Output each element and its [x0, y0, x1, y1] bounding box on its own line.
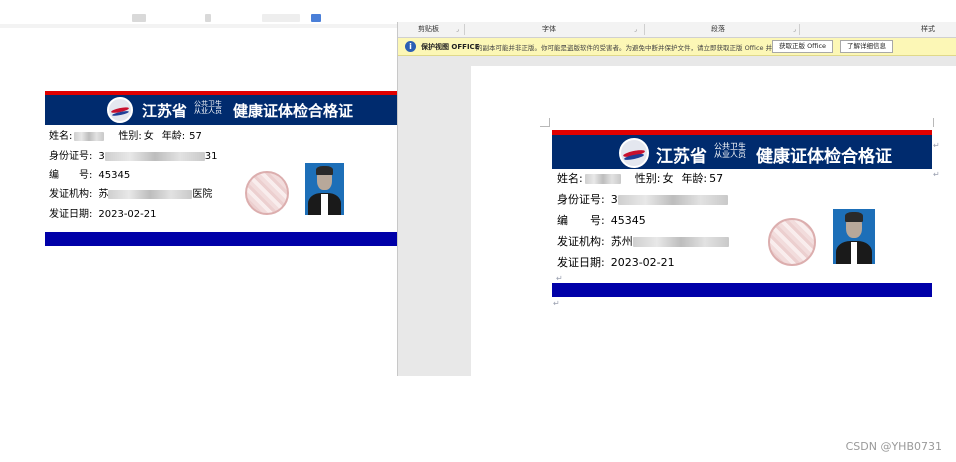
official-seal-icon [768, 218, 816, 266]
ribbon-separator [799, 24, 800, 35]
name-label: 姓名: [557, 172, 583, 185]
ribbon-group-clipboard: 剪贴板 [418, 25, 439, 33]
message-bar-title: 保护视图 OFFICE [421, 43, 480, 51]
card-subtitle: 公共卫生 从业人员 [194, 100, 222, 116]
row-number: 编 号: 45345 [49, 166, 130, 181]
row-name: 姓名: 性别: 女年龄: 57 [49, 127, 202, 142]
card-province: 江苏省 [142, 102, 188, 120]
province-logo-icon [619, 138, 649, 168]
card-subtitle-line2: 从业人员 [714, 150, 746, 160]
issuer-label: 发证机构: [557, 235, 605, 248]
toolbar-blue-mark [311, 14, 321, 22]
health-card-right: 江苏省 公共卫生 从业人员 健康证体检合格证 姓名: 性别: 女年龄: 57 身份证号… [552, 130, 932, 297]
card-header: 江苏省 公共卫生 从业人员 健康证体检合格证 [552, 135, 932, 169]
row-date: 发证日期: 2023-02-21 [49, 205, 157, 220]
id-label: 身份证号: [49, 151, 93, 162]
dialog-launcher-icon[interactable]: ⌟ [634, 26, 637, 33]
issuer-suffix: 医院 [192, 189, 213, 200]
gender-value: 女 [662, 172, 674, 185]
issuer-redacted [632, 237, 729, 247]
issuer-prefix: 苏州 [610, 235, 633, 248]
dialog-launcher-icon[interactable]: ⌟ [793, 26, 796, 33]
issuer-prefix: 苏 [98, 189, 109, 200]
person-photo [833, 209, 875, 264]
toolbar-mark [205, 14, 211, 22]
date-label: 发证日期: [49, 209, 93, 220]
message-bar-text: 的副本可能并非正版。你可能是盗版软件的受害者。为避免中断并保护文件，请立即获取正… [476, 44, 818, 52]
card-main-title: 健康证体检合格证 [756, 147, 892, 167]
card-subtitle-line2: 从业人员 [194, 107, 222, 116]
toolbar-mark [132, 14, 146, 22]
ribbon-separator [644, 24, 645, 35]
row-id: 身份证号: 3 [557, 191, 728, 207]
ribbon-group-paragraph: 段落 [711, 25, 725, 33]
paragraph-mark-icon: ↵ [553, 299, 560, 308]
date-label: 发证日期: [557, 256, 605, 269]
id-label: 身份证号: [557, 193, 605, 206]
left-toolbar-remnant [0, 0, 397, 28]
info-icon: i [405, 41, 416, 52]
name-label: 姓名: [49, 131, 73, 142]
card-province: 江苏省 [656, 147, 707, 167]
issuer-redacted [108, 189, 193, 199]
health-card-left: 江苏省 公共卫生 从业人员 健康证体检合格证 姓名: 性别: 女年龄: 57 身份证号… [45, 91, 397, 246]
gender-label: 性别: [634, 172, 661, 185]
toolbar-mark [262, 14, 300, 22]
id-suffix: 31 [204, 151, 218, 162]
card-header: 江苏省 公共卫生 从业人员 健康证体检合格证 [45, 95, 397, 125]
gender-label: 性别: [118, 131, 142, 142]
number-label: 编 号: [557, 214, 605, 227]
official-seal-icon [245, 171, 289, 215]
id-prefix: 3 [610, 193, 618, 206]
age-value: 57 [189, 131, 202, 142]
card-main-title: 健康证体检合格证 [233, 102, 354, 120]
gender-value: 女 [143, 131, 154, 142]
date-value: 2023-02-21 [98, 209, 157, 220]
name-redacted [584, 174, 621, 184]
issuer-label: 发证机构: [49, 189, 93, 200]
watermark: CSDN @YHB0731 [845, 440, 942, 453]
person-photo [305, 163, 344, 215]
margin-mark [540, 126, 549, 127]
age-label: 年龄: [681, 172, 708, 185]
row-issuer: 发证机构: 苏 医院 [49, 185, 212, 200]
row-number: 编 号: 45345 [557, 212, 646, 228]
card-subtitle: 公共卫生 从业人员 [714, 142, 746, 160]
age-value: 57 [709, 172, 724, 185]
paragraph-mark-icon: ↵ [933, 141, 940, 150]
card-footer-bar [45, 232, 397, 246]
row-name: 姓名: 性别: 女年龄: 57 [557, 170, 723, 186]
card-footer-bar [552, 283, 932, 297]
name-redacted [74, 131, 105, 141]
province-logo-icon [107, 97, 133, 123]
toolbar-strip [0, 24, 397, 28]
ribbon-group-labels: 剪贴板 ⌟ 字体 ⌟ 段落 ⌟ 样式 [398, 22, 956, 38]
id-redacted [104, 151, 205, 161]
date-value: 2023-02-21 [610, 256, 675, 269]
row-id: 身份证号: 3 31 [49, 147, 217, 162]
margin-mark [549, 118, 550, 127]
ribbon-group-font: 字体 [542, 25, 556, 33]
paragraph-mark-icon: ↵ [556, 274, 563, 283]
number-label: 编 号: [49, 170, 93, 181]
number-value: 45345 [98, 170, 131, 181]
row-date: 发证日期: 2023-02-21 [557, 254, 675, 270]
row-issuer: 发证机构: 苏州 [557, 233, 729, 249]
id-redacted [617, 195, 728, 205]
margin-mark [933, 118, 934, 127]
learn-more-button[interactable]: 了解详细信息 [840, 40, 893, 53]
ribbon-separator [464, 24, 465, 35]
dialog-launcher-icon[interactable]: ⌟ [456, 26, 459, 33]
ribbon-group-styles: 样式 [921, 25, 935, 33]
office-message-bar: i 保护视图 OFFICE 的副本可能并非正版。你可能是盗版软件的受害者。为避免… [398, 38, 956, 56]
number-value: 45345 [610, 214, 646, 227]
paragraph-mark-icon: ↵ [933, 170, 940, 179]
age-label: 年龄: [161, 131, 186, 142]
get-genuine-office-button[interactable]: 获取正版 Office [772, 40, 834, 53]
id-prefix: 3 [98, 151, 105, 162]
